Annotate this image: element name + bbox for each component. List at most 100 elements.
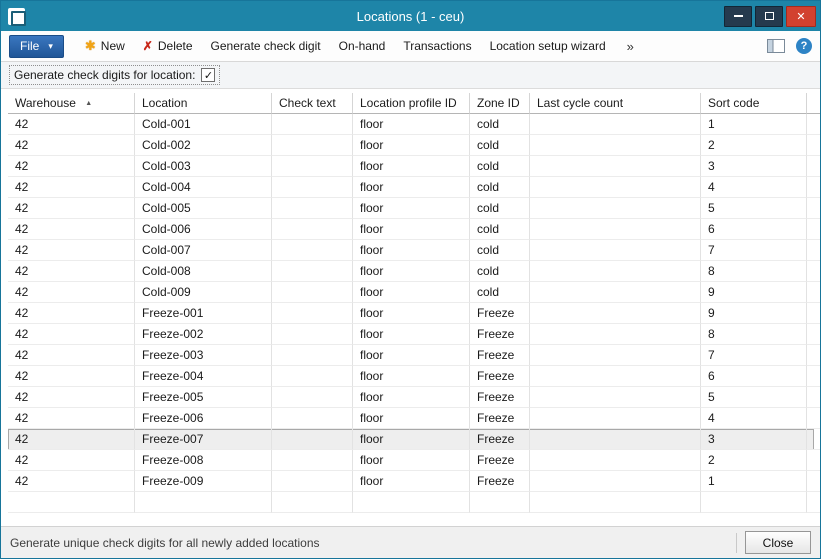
table-cell: cold (470, 114, 530, 135)
table-cell (272, 240, 353, 261)
column-header-location[interactable]: Location (135, 93, 272, 114)
table-cell: 4 (701, 408, 807, 429)
table-cell: Freeze-009 (135, 471, 272, 492)
table-row[interactable]: 42Freeze-003floorFreeze7 (8, 345, 814, 366)
table-cell: Freeze-008 (135, 450, 272, 471)
table-cell: Freeze-005 (135, 387, 272, 408)
table-row[interactable]: 42Cold-003floorcold3 (8, 156, 814, 177)
table-cell (272, 408, 353, 429)
table-cell: 42 (8, 366, 135, 387)
table-cell: Freeze (470, 408, 530, 429)
close-icon: ✕ (796, 10, 805, 23)
column-header-warehouse[interactable]: Warehouse ▲ (8, 93, 135, 114)
new-button[interactable]: ✱ New (76, 34, 134, 58)
checkmark-icon: ✓ (204, 69, 213, 82)
table-cell: 2 (701, 135, 807, 156)
table-row[interactable]: 42Freeze-007floorFreeze3 (8, 429, 814, 450)
table-cell-filler (807, 366, 821, 387)
table-cell-filler (807, 387, 821, 408)
table-row[interactable]: 42Freeze-002floorFreeze8 (8, 324, 814, 345)
table-row[interactable]: 42Freeze-005floorFreeze5 (8, 387, 814, 408)
app-icon[interactable] (8, 8, 25, 25)
table-row[interactable]: 42Freeze-008floorFreeze2 (8, 450, 814, 471)
close-button-label: Close (763, 536, 794, 550)
table-cell: Cold-005 (135, 198, 272, 219)
table-row[interactable]: 42Cold-009floorcold9 (8, 282, 814, 303)
toolbar-right-group: ? (767, 38, 812, 54)
titlebar[interactable]: Locations (1 - ceu) ✕ (1, 1, 820, 31)
maximize-button[interactable] (755, 6, 783, 27)
transactions-label: Transactions (403, 39, 471, 53)
transactions-button[interactable]: Transactions (394, 34, 480, 58)
overflow-chevron-icon: » (627, 39, 634, 54)
table-cell: Freeze (470, 387, 530, 408)
table-cell (530, 114, 701, 135)
table-cell: 42 (8, 240, 135, 261)
table-cell: Cold-002 (135, 135, 272, 156)
column-header-sort-code[interactable]: Sort code (701, 93, 807, 114)
table-row[interactable]: 42Freeze-001floorFreeze9 (8, 303, 814, 324)
table-cell: 42 (8, 198, 135, 219)
table-cell: 42 (8, 450, 135, 471)
table-cell (530, 408, 701, 429)
table-cell: cold (470, 282, 530, 303)
table-cell: 42 (8, 261, 135, 282)
close-window-button[interactable]: ✕ (786, 6, 816, 27)
table-cell: Cold-008 (135, 261, 272, 282)
table-cell (272, 198, 353, 219)
table-row[interactable]: 42Cold-001floorcold1 (8, 114, 814, 135)
table-cell: 42 (8, 429, 135, 450)
file-menu-button[interactable]: File ▾ (9, 35, 64, 58)
column-header-last-cycle-count[interactable]: Last cycle count (530, 93, 701, 114)
toolbar-overflow-button[interactable]: » (621, 34, 640, 58)
new-star-icon: ✱ (85, 38, 96, 54)
table-row[interactable]: 42Freeze-009floorFreeze1 (8, 471, 814, 492)
table-cell: Cold-003 (135, 156, 272, 177)
status-message: Generate unique check digits for all new… (10, 536, 320, 550)
table-row[interactable]: 42Freeze-006floorFreeze4 (8, 408, 814, 429)
generate-check-digits-checkbox[interactable]: ✓ (201, 68, 215, 82)
delete-button-label: Delete (158, 39, 193, 53)
close-button[interactable]: Close (745, 531, 811, 554)
table-cell (530, 324, 701, 345)
table-cell: cold (470, 261, 530, 282)
table-row[interactable]: 42Cold-008floorcold8 (8, 261, 814, 282)
location-setup-wizard-button[interactable]: Location setup wizard (481, 34, 615, 58)
minimize-button[interactable] (724, 6, 752, 27)
table-cell-filler (807, 324, 821, 345)
table-cell: 42 (8, 114, 135, 135)
table-row[interactable]: 42Cold-006floorcold6 (8, 219, 814, 240)
help-button[interactable]: ? (796, 38, 812, 54)
table-row[interactable]: 42Cold-007floorcold7 (8, 240, 814, 261)
maximize-icon (765, 12, 774, 20)
table-cell (530, 198, 701, 219)
table-row[interactable]: 42Freeze-004floorFreeze6 (8, 366, 814, 387)
column-header-check-text[interactable]: Check text (272, 93, 353, 114)
table-cell: Cold-009 (135, 282, 272, 303)
table-cell: floor (353, 156, 470, 177)
table-cell: Freeze-004 (135, 366, 272, 387)
toolbar: File ▾ ✱ New ✗ Delete Generate check dig… (1, 31, 820, 62)
delete-button[interactable]: ✗ Delete (134, 34, 202, 58)
table-cell (272, 471, 353, 492)
table-cell-filler (807, 303, 821, 324)
table-cell: 42 (8, 408, 135, 429)
table-row[interactable]: 42Cold-005floorcold5 (8, 198, 814, 219)
generate-check-digit-button[interactable]: Generate check digit (202, 34, 330, 58)
table-cell-filler (807, 282, 821, 303)
table-row-new[interactable] (8, 492, 814, 513)
table-row[interactable]: 42Cold-002floorcold2 (8, 135, 814, 156)
column-header-location-profile-id[interactable]: Location profile ID (353, 93, 470, 114)
locations-grid: Warehouse ▲ Location Check text Location… (8, 93, 814, 513)
table-cell: floor (353, 450, 470, 471)
table-cell: Freeze (470, 303, 530, 324)
table-cell (530, 429, 701, 450)
file-menu-label: File (20, 39, 39, 53)
table-cell: 42 (8, 324, 135, 345)
delete-x-icon: ✗ (143, 39, 153, 53)
table-cell (530, 387, 701, 408)
layout-panel-icon[interactable] (767, 39, 785, 53)
column-header-zone-id[interactable]: Zone ID (470, 93, 530, 114)
table-row[interactable]: 42Cold-004floorcold4 (8, 177, 814, 198)
on-hand-button[interactable]: On-hand (330, 34, 395, 58)
